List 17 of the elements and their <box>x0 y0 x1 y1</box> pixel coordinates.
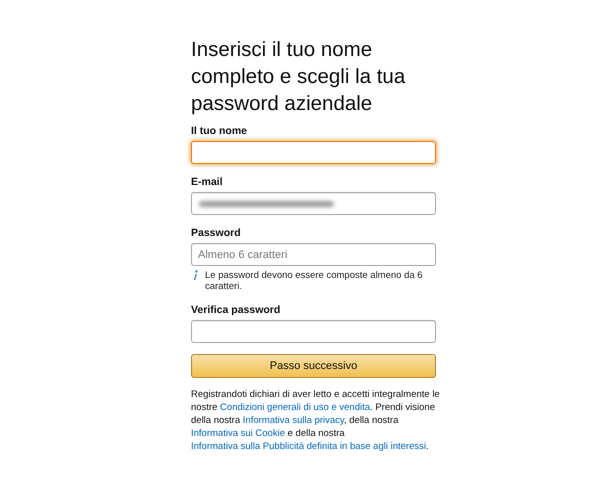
legal-link[interactable]: Informativa sulla Pubblicità definita in base agli interessi <box>191 441 426 452</box>
next-button[interactable]: Passo successivo <box>191 354 436 378</box>
field-label: Password <box>191 227 242 240</box>
hint-text: Le password devono essere composte almeno da 6 caratteri. <box>205 270 424 292</box>
legal-text: Registrandoti dichiari di aver letto e accetti integralmente le nostre Condizioni generali di uso e vendita. Prendi visione della nostra Informativa sulla privacy, della nostra Informativa sui Cookie e della nostra Informativa sulla Pubblicità definita in base agli interessi. <box>191 388 441 453</box>
legal-link[interactable]: Informativa sui Cookie <box>191 428 285 439</box>
legal-link[interactable]: Condizioni generali di uso e vendita <box>220 402 370 413</box>
legal-link[interactable]: Informativa sulla privacy <box>242 415 344 426</box>
input-field[interactable] <box>191 192 436 215</box>
input-field[interactable]: Almeno 6 caratteri <box>191 243 436 266</box>
page-heading: Inserisci il tuo nome completo e scegli la tua password aziendale <box>191 37 406 117</box>
field-label: Verifica password <box>191 304 282 317</box>
field-label: E-mail <box>191 176 224 189</box>
field-label: Il tuo nome <box>191 125 248 138</box>
info-icon <box>193 270 198 281</box>
input-field[interactable] <box>191 320 436 343</box>
input-field[interactable] <box>191 141 436 164</box>
